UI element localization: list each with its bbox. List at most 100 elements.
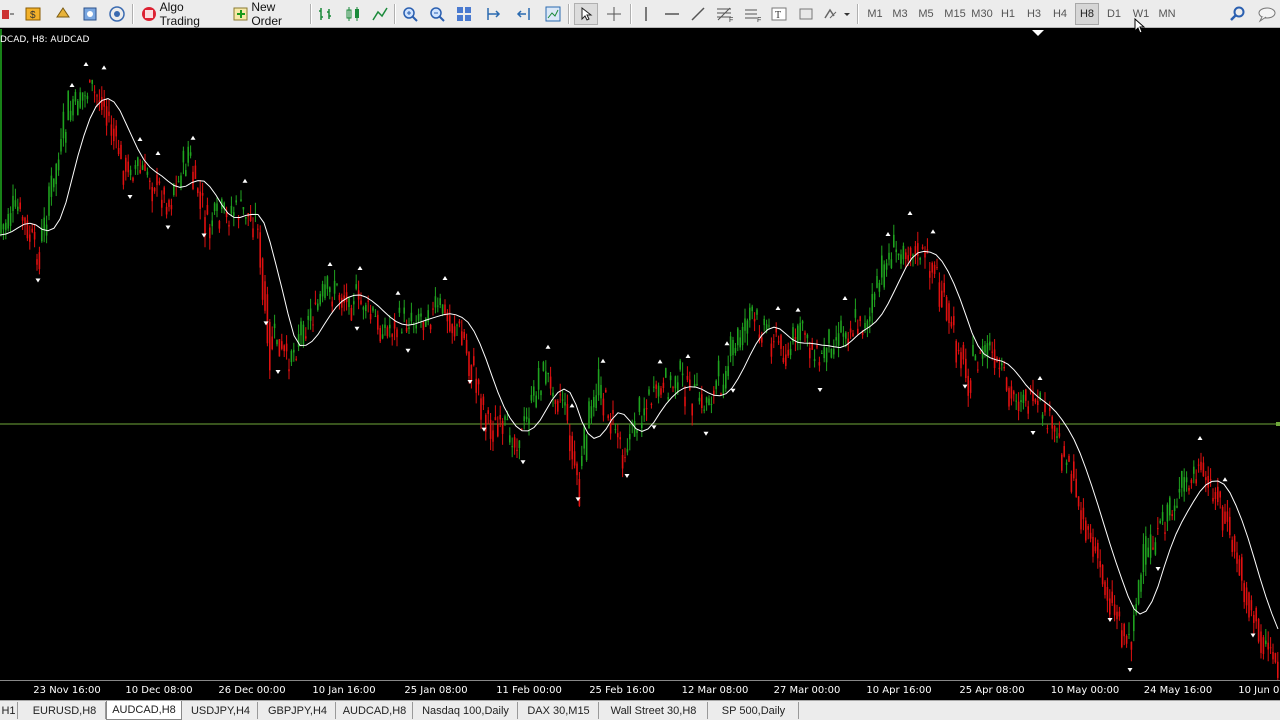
candle-body xyxy=(600,384,602,399)
candle-body xyxy=(674,376,677,389)
candle-body xyxy=(329,287,331,293)
zoom-out-icon[interactable] xyxy=(426,3,448,25)
candle-body xyxy=(1056,436,1058,439)
candle-body xyxy=(708,398,710,406)
tab-audcad-h8[interactable]: AUDCAD,H8 xyxy=(337,702,413,719)
tab-usdjpy-h4[interactable]: USDJPY,H4 xyxy=(184,702,258,719)
signals-icon[interactable] xyxy=(106,3,128,25)
templates-icon[interactable] xyxy=(542,3,564,25)
timeframe-h1[interactable]: H1 xyxy=(996,3,1020,25)
timeframe-m30[interactable]: M30 xyxy=(968,3,996,25)
tab-h1[interactable]: H1 xyxy=(0,702,18,719)
candle-body xyxy=(1073,461,1075,479)
candle-body xyxy=(552,392,554,397)
vertical-line-icon[interactable] xyxy=(635,3,657,25)
candle-body xyxy=(984,344,986,353)
tab-nasdaq-100-daily[interactable]: Nasdaq 100,Daily xyxy=(414,702,518,719)
candle-body xyxy=(1152,547,1154,550)
candle-body xyxy=(144,164,146,171)
candle-body xyxy=(662,382,665,388)
candle-body xyxy=(101,96,103,110)
candle-body xyxy=(1190,479,1193,483)
shapes-dropdown-icon[interactable] xyxy=(820,3,852,25)
timeframe-h8[interactable]: H8 xyxy=(1075,3,1099,25)
candle-body xyxy=(881,255,883,278)
tile-windows-icon[interactable] xyxy=(453,3,475,25)
candle-body xyxy=(91,80,93,84)
timeframe-mn[interactable]: MN xyxy=(1155,3,1179,25)
zoom-in-icon[interactable] xyxy=(399,3,421,25)
candle-body xyxy=(1097,542,1099,559)
candle-body xyxy=(857,328,859,334)
candle-body xyxy=(7,213,9,229)
candle-body xyxy=(537,368,540,390)
candle-body xyxy=(461,331,463,346)
terminal-icon[interactable] xyxy=(79,3,101,25)
tab-wall-street-30-h8[interactable]: Wall Street 30,H8 xyxy=(600,702,708,719)
svg-text:F: F xyxy=(757,17,761,23)
candle-body xyxy=(921,247,924,249)
timeframe-h3[interactable]: H3 xyxy=(1022,3,1046,25)
candle-body xyxy=(893,234,895,248)
rectangle-tool-icon[interactable] xyxy=(795,3,817,25)
candle-body xyxy=(96,95,98,97)
bar-chart-icon[interactable] xyxy=(315,3,337,25)
candle-body xyxy=(386,327,389,337)
candle-body xyxy=(1159,520,1161,523)
chart-shift-icon[interactable] xyxy=(483,3,505,25)
candlestick-icon[interactable] xyxy=(342,3,364,25)
candle-body xyxy=(1003,366,1005,369)
candle-body xyxy=(583,425,585,449)
tab-sp-500-daily[interactable]: SP 500,Daily xyxy=(709,702,799,719)
chat-icon[interactable] xyxy=(1254,3,1280,25)
candle-body xyxy=(655,384,657,389)
candle-body xyxy=(1267,642,1269,650)
text-tool-icon[interactable]: T xyxy=(768,3,790,25)
candle-body xyxy=(12,195,14,211)
timeframe-m1[interactable]: M1 xyxy=(863,3,887,25)
candle-body xyxy=(1121,630,1123,648)
crosshair-icon[interactable] xyxy=(603,3,625,25)
new-order-button[interactable]: New Order xyxy=(229,0,307,28)
price-chart[interactable] xyxy=(0,29,1280,680)
tab-audcad-h8-active[interactable]: AUDCAD,H8 xyxy=(106,701,182,720)
candle-body xyxy=(945,296,948,321)
timeframe-m3[interactable]: M3 xyxy=(888,3,912,25)
candle-body xyxy=(1161,512,1164,521)
market-watch-icon[interactable]: $ xyxy=(22,3,44,25)
time-axis-label: 10 Jun 08 xyxy=(1238,685,1280,696)
equidistant-channel-icon[interactable]: F xyxy=(741,3,765,25)
candle-body xyxy=(43,217,45,231)
line-chart-icon[interactable] xyxy=(369,3,391,25)
tab-gbpjpy-h4[interactable]: GBPJPY,H4 xyxy=(260,702,336,719)
menu-arrow-icon[interactable] xyxy=(0,3,16,25)
candle-body xyxy=(979,352,981,354)
navigator-icon[interactable] xyxy=(52,3,74,25)
candle-body xyxy=(398,307,401,313)
candle-body xyxy=(1109,598,1111,615)
candle-body xyxy=(1046,428,1049,430)
fibonacci-icon[interactable]: F xyxy=(713,3,737,25)
timeframe-h4[interactable]: H4 xyxy=(1048,3,1072,25)
timeframe-m15[interactable]: M15 xyxy=(941,3,969,25)
candle-body xyxy=(686,376,689,380)
autoscroll-icon[interactable] xyxy=(512,3,534,25)
candle-body xyxy=(458,321,461,324)
timeframe-d1[interactable]: D1 xyxy=(1102,3,1126,25)
candle-body xyxy=(1010,386,1013,399)
candle-body xyxy=(1188,487,1190,491)
trendline-icon[interactable] xyxy=(687,3,709,25)
tab-eurusd-h8[interactable]: EURUSD,H8 xyxy=(24,702,106,719)
candle-body xyxy=(1080,510,1082,530)
candle-body xyxy=(307,315,309,320)
candle-body xyxy=(168,200,170,207)
candle-body xyxy=(422,321,425,331)
tab-dax-30-m15[interactable]: DAX 30,M15 xyxy=(519,702,599,719)
timeframe-m5[interactable]: M5 xyxy=(914,3,938,25)
horizontal-line-icon[interactable] xyxy=(661,3,683,25)
cursor-tool-icon[interactable] xyxy=(574,3,598,25)
algo-trading-button[interactable]: Algo Trading xyxy=(137,0,225,28)
candle-body xyxy=(89,80,91,83)
candle-body xyxy=(1020,400,1022,402)
search-icon[interactable] xyxy=(1227,3,1249,25)
